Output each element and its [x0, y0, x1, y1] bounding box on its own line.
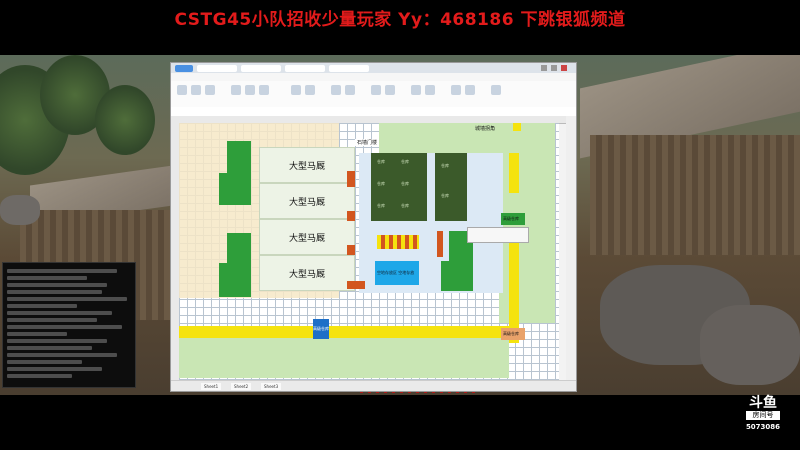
cell-chip: 仓库 [377, 181, 385, 186]
ground-rocks [700, 305, 800, 385]
toolbar-button[interactable] [425, 85, 435, 95]
toolbar-button[interactable] [345, 85, 355, 95]
right-building: 高级仓库 [501, 213, 525, 225]
green-block [227, 233, 251, 297]
context-popup[interactable] [467, 227, 529, 243]
cell-chip: 仓库 [377, 159, 385, 164]
cell-chip: 仓库 [401, 181, 409, 186]
toolbar-button[interactable] [385, 85, 395, 95]
vertical-scrollbar[interactable] [566, 116, 576, 380]
sheet-tab[interactable]: Sheet3 [261, 383, 282, 390]
orange-block [437, 231, 443, 257]
orange-block [347, 245, 355, 255]
console-lines [7, 269, 131, 381]
corner-note: 城墙拐角 [475, 126, 496, 132]
chat-console [2, 262, 136, 388]
cell-grid[interactable]: 大型马厩 大型马厩 大型马厩 大型马厩 石墙门楼 城墙拐角 仓库 仓库 仓库 仓… [179, 123, 559, 380]
toolbar-button[interactable] [291, 85, 301, 95]
sheet-tab[interactable]: Sheet1 [201, 383, 222, 390]
stable-2: 大型马厩 [259, 183, 355, 219]
toolbar-button[interactable] [491, 85, 501, 95]
green-block [219, 263, 229, 297]
maximize-icon[interactable] [551, 65, 557, 71]
stream-banner: CSTG45小队招收少量玩家 Yy：468186 下跳银狐频道 [0, 0, 800, 55]
wooden-house [590, 135, 800, 255]
spreadsheet-window[interactable]: 大型马厩 大型马厩 大型马厩 大型马厩 石墙门楼 城墙拐角 仓库 仓库 仓库 仓… [170, 62, 577, 392]
tab-doc[interactable] [285, 65, 325, 72]
yellow-cell [513, 123, 521, 131]
cell-chip: 仓库 [377, 203, 385, 208]
toolbar-button[interactable] [305, 85, 315, 95]
minimize-icon[interactable] [541, 65, 547, 71]
stable-4: 大型马厩 [259, 255, 355, 291]
gate-label: 石墙门楼 [355, 139, 380, 146]
toolbar-button[interactable] [411, 85, 421, 95]
toolbar-button[interactable] [177, 85, 187, 95]
stable-label: 大型马厩 [288, 162, 325, 172]
toolbar-button[interactable] [245, 85, 255, 95]
toolbar-button[interactable] [231, 85, 241, 95]
stable-label: 大型马厩 [288, 198, 325, 208]
bottom-blue-label: 高级仓库 [313, 326, 329, 331]
orange-block [347, 281, 365, 289]
banner-text: CSTG45小队招收少量玩家 Yy：468186 下跳银狐频道 [174, 10, 626, 30]
tab-home[interactable] [175, 65, 193, 72]
blue-marker: 高级仓库 [313, 319, 329, 339]
row-headers [171, 123, 179, 380]
boulder [0, 195, 40, 225]
cell-chip: 仓库 [441, 193, 449, 198]
toolbar-button[interactable] [205, 85, 215, 95]
bottom-right-label: 高级仓库 [503, 331, 519, 336]
toolbar-button[interactable] [371, 85, 381, 95]
green-block [219, 173, 229, 205]
toolbar-button[interactable] [259, 85, 269, 95]
green-block [441, 261, 451, 291]
orange-block [347, 171, 355, 187]
blue-block-label: 空地存放区 空地存放 [377, 270, 415, 275]
sheet-tab-bar[interactable]: Sheet1 Sheet2 Sheet3 [171, 380, 576, 391]
right-building-label: 高级仓库 [503, 216, 519, 221]
sheet-tab[interactable]: Sheet2 [231, 383, 252, 390]
tab-doc[interactable] [329, 65, 369, 72]
orange-block [347, 211, 355, 221]
toolbar-button[interactable] [465, 85, 475, 95]
menu-bar[interactable] [171, 73, 576, 81]
item-grid [377, 235, 419, 249]
room-label: 房间号 [746, 411, 780, 420]
bottom-right-block: 高级仓库 [501, 328, 525, 340]
stable-3: 大型马厩 [259, 219, 355, 255]
stable-label: 大型马厩 [288, 270, 325, 280]
close-icon[interactable] [561, 65, 567, 71]
tab-doc[interactable] [197, 65, 237, 72]
toolbar-button[interactable] [191, 85, 201, 95]
blue-block: 空地存放区 空地存放 [375, 261, 419, 285]
toolbar-button[interactable] [331, 85, 341, 95]
cell-chip: 仓库 [401, 159, 409, 164]
bottom-bar [0, 395, 800, 450]
stable-1: 大型马厩 [259, 147, 355, 183]
window-controls[interactable] [541, 65, 571, 71]
brand-logo: 斗鱼 [749, 395, 777, 411]
room-number: 5073086 [745, 423, 781, 431]
yellow-column [509, 153, 519, 193]
cell-chip: 仓库 [441, 163, 449, 168]
title-bar[interactable] [171, 63, 576, 73]
toolbar-button[interactable] [451, 85, 461, 95]
light-green-area [179, 338, 509, 378]
dark-green-block [435, 153, 467, 221]
tab-doc[interactable] [241, 65, 281, 72]
tree [95, 85, 155, 155]
yellow-road [179, 326, 509, 338]
cell-chip: 仓库 [401, 203, 409, 208]
ribbon-toolbar[interactable] [171, 81, 576, 108]
stable-label: 大型马厩 [288, 234, 325, 244]
douyu-watermark: 斗鱼 房间号 5073086 [742, 392, 784, 440]
green-block [227, 141, 251, 205]
